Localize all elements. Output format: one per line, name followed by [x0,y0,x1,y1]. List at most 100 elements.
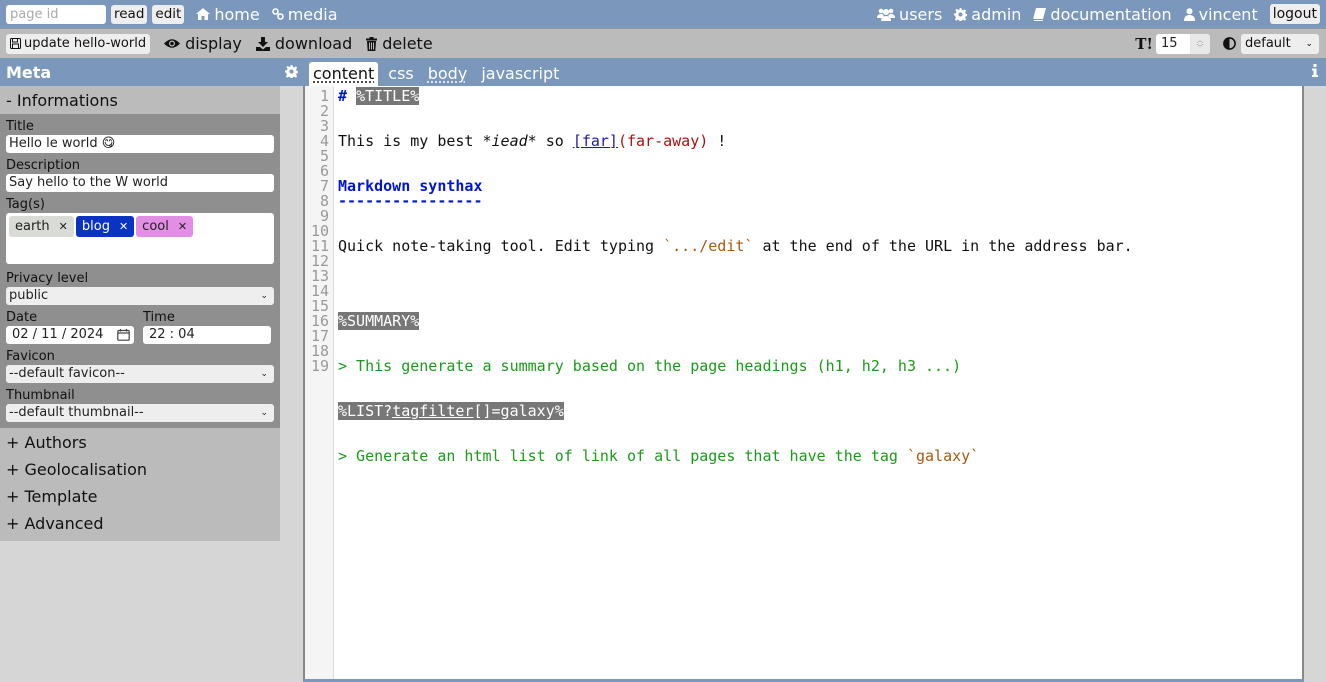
list-variable: %LIST?tagfilter[]=galaxy% [338,402,564,420]
privacy-select[interactable]: public ⌄ [6,287,274,305]
line-number: 19 [310,357,329,375]
heading-marker: # [338,87,348,105]
theme-select[interactable]: default ⌄ [1241,33,1319,54]
save-icon [10,38,21,49]
contrast-icon [1223,37,1236,50]
link-url: (far-away) [617,132,709,150]
code-line: %SUMMARY% [338,312,1302,330]
advanced-section-toggle[interactable]: + Advanced [0,510,280,537]
description-input[interactable]: Say hello to the W world [6,174,274,192]
authors-section-toggle[interactable]: + Authors [0,429,280,456]
tag-chip: cool ✕ [136,216,194,237]
informations-panel: Title Hello le world 😋 Description Say h… [0,114,280,428]
geolocalisation-section-toggle[interactable]: + Geolocalisation [0,456,280,483]
admin-label: admin [971,4,1022,24]
summary-variable: %SUMMARY% [338,312,420,330]
collapsed-sections: + Authors + Geolocalisation + Template +… [0,428,280,541]
title-input[interactable]: Hello le world 😋 [6,135,274,153]
thumbnail-select[interactable]: --default thumbnail-- ⌄ [6,404,274,422]
tab-body[interactable]: body [424,62,472,86]
chevron-down-icon: ⌄ [260,408,268,418]
meta-header: Meta [0,58,304,86]
time-label: Time [143,310,175,325]
title-variable: %TITLE% [356,87,420,105]
editor-tabs: content css body javascript [304,58,1326,86]
font-size-input[interactable]: 15 ︿ ﹀ [1156,33,1210,54]
user-profile-link[interactable]: vincent [1183,5,1258,24]
info-icon[interactable] [1312,64,1318,77]
media-link[interactable]: media [271,5,338,24]
remove-tag-icon[interactable]: ✕ [59,220,68,233]
code-line: Quick note-taking tool. Edit typing `...… [338,239,1302,254]
code-line: %LIST?tagfilter[]=galaxy% [338,402,1302,420]
gear-icon[interactable] [285,65,298,78]
text-run: %LIST? [338,402,393,420]
emphasis-text: *iead* [482,132,537,150]
thumbnail-label: Thumbnail [6,388,75,403]
date-label: Date [6,310,38,325]
meta-title: Meta [6,62,52,82]
read-button[interactable]: read [111,4,148,24]
page-id-input[interactable] [6,4,106,24]
update-button[interactable]: update hello-world [6,33,151,54]
code-editor[interactable]: 1 2 3 4 5 6 7 8 9 10 11 12 13 14 15 16 17 18 19 # %TITLE% … [303,86,1304,679]
tab-content[interactable]: content [309,62,379,86]
tab-css[interactable]: css [384,62,417,86]
download-button[interactable]: download [255,34,353,53]
tab-javascript[interactable]: javascript [477,62,563,86]
description-label: Description [6,158,81,173]
text-run: at the end of the URL in the address bar… [753,237,1133,255]
edit-button[interactable]: edit [152,4,185,24]
informations-section-toggle[interactable]: - Informations [0,86,280,114]
download-label: download [274,34,353,53]
text-run: > Generate an html list of link of all p… [338,447,907,465]
thumbnail-value: --default thumbnail-- [9,405,144,420]
calendar-icon[interactable] [117,329,130,341]
chevron-down-icon: ⌄ [260,369,268,379]
remove-tag-icon[interactable]: ✕ [178,220,187,233]
users-label: users [899,4,943,24]
privacy-label: Privacy level [6,271,89,286]
code-line: Markdown synthax [338,177,483,195]
home-link[interactable]: home [196,4,260,24]
template-section-toggle[interactable]: + Template [0,483,280,510]
tags-input[interactable]: earth ✕ blog ✕ cool ✕ [6,213,274,264]
font-size-icon: T! [1135,34,1153,53]
code-line: ---------------- [338,192,483,210]
date-input[interactable]: 02 / 11 / 2024 [6,326,134,344]
update-label: update hello-world [24,36,147,51]
link-text: [far] [572,132,618,150]
favicon-select[interactable]: --default favicon-- ⌄ [6,365,274,383]
remove-tag-icon[interactable]: ✕ [119,220,128,233]
line-number-gutter: 1 2 3 4 5 6 7 8 9 10 11 12 13 14 15 16 17 18 19 [305,86,334,679]
text-run: ! [708,132,727,150]
font-size-spinner[interactable]: ︿ ﹀ [1190,33,1210,54]
text-run: Quick note-taking tool. Edit typing [338,237,664,255]
editor-content[interactable]: # %TITLE% This is my best *iead* so [far… [334,86,1302,679]
logout-button[interactable]: logout [1269,4,1320,24]
text-run: so [536,132,573,150]
download-icon [255,36,270,51]
code-line: # %TITLE% [338,87,1302,105]
inline-code: `.../edit` [663,237,754,255]
user-icon [1183,7,1195,21]
delete-label: delete [382,34,433,53]
home-label: home [214,4,260,24]
code-line: > Generate an html list of link of all p… [338,449,1302,464]
users-link[interactable]: users [877,5,942,24]
privacy-value: public [9,288,49,303]
documentation-link[interactable]: documentation [1033,5,1172,24]
date-value: 02 / 11 / 2024 [12,327,104,342]
text-run: This is my best [338,132,483,150]
display-button[interactable]: display [164,34,242,53]
top-navigation-bar: read edit home media users admin documen… [0,0,1326,28]
time-input[interactable]: 22 : 04 [143,326,271,344]
admin-link[interactable]: admin [954,5,1021,24]
delete-button[interactable]: delete [366,34,433,53]
